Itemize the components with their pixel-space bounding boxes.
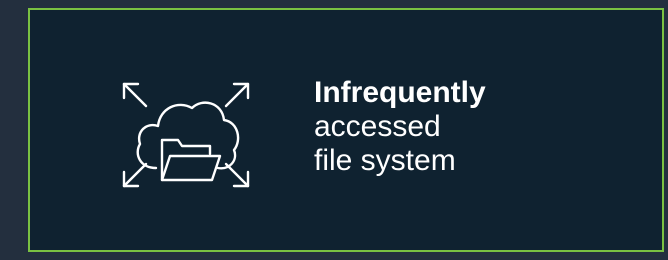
folder-icon [160,138,222,182]
cloud-folder-expand-icon [116,70,256,200]
label-line-3: file system [314,144,456,177]
label-line-2: accessed [314,110,441,143]
expand-arrow-bottom-left-icon [122,162,148,188]
infrequent-access-card: Infrequently accessed file system [28,8,664,252]
expand-arrow-top-right-icon [224,82,250,108]
card-label: Infrequently accessed file system [314,76,486,178]
expand-arrow-top-left-icon [122,82,148,108]
cloud-icon [136,101,240,170]
page-canvas: Infrequently accessed file system [0,0,668,260]
label-line-1: Infrequently [314,76,486,109]
